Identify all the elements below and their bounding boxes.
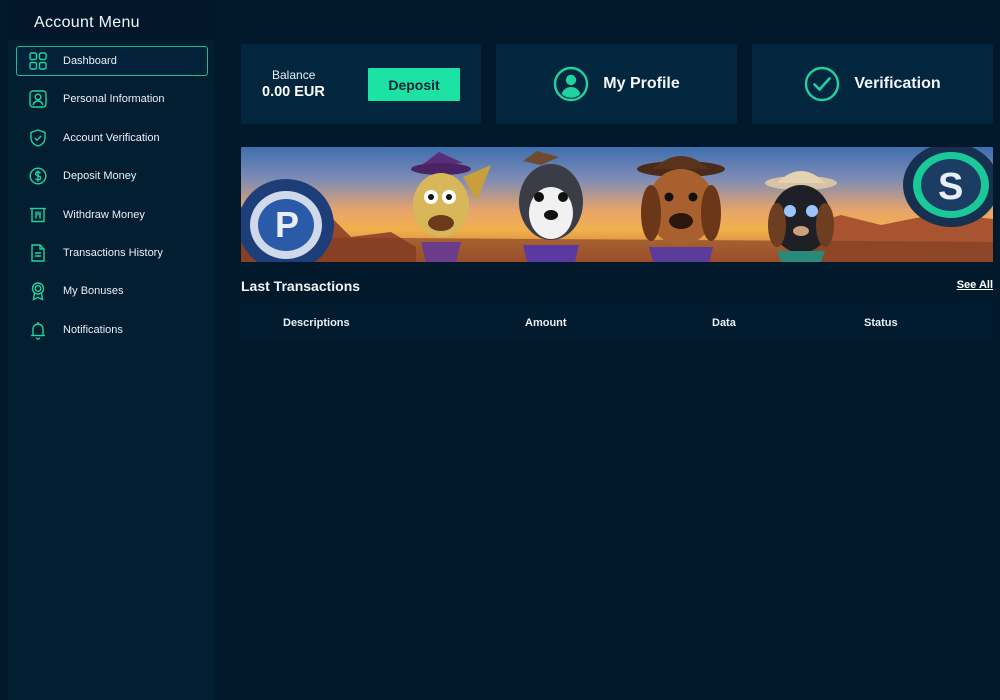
svg-text:S: S (938, 166, 963, 208)
sidebar-item-transactions-history[interactable]: Transactions History (16, 238, 208, 268)
sidebar-item-account-verification[interactable]: Account Verification (16, 123, 208, 153)
main-content: Balance 0.00 EUR Deposit My Profile Veri… (224, 0, 1000, 700)
sidebar-item-label: Notifications (63, 323, 123, 336)
banner-illustration: P S (241, 147, 993, 262)
last-transactions-title: Last Transactions (241, 278, 361, 294)
award-icon (28, 281, 48, 302)
grid-icon (28, 51, 48, 71)
shield-check-icon (28, 128, 48, 148)
sidebar-item-label: My Bonuses (63, 285, 124, 298)
deposit-button[interactable]: Deposit (368, 68, 460, 101)
balance-label: Balance (272, 68, 316, 82)
user-card-icon (28, 89, 48, 109)
transactions-table-header: Descriptions Amount Data Status (241, 305, 993, 340)
column-header-amount[interactable]: Amount (525, 317, 567, 329)
column-header-status[interactable]: Status (864, 317, 898, 329)
dog-character-2 (519, 151, 583, 262)
sidebar-item-notifications[interactable]: Notifications (16, 315, 208, 345)
dollar-coin-icon (28, 166, 48, 186)
column-header-descriptions[interactable]: Descriptions (283, 317, 350, 329)
see-all-link[interactable]: See All (957, 279, 993, 291)
column-header-data[interactable]: Data (712, 317, 736, 329)
sidebar-item-my-bonuses[interactable]: My Bonuses (16, 276, 208, 306)
sidebar-item-label: Account Verification (63, 131, 160, 144)
profile-label: My Profile (603, 75, 680, 92)
sidebar: Account Menu Dashboard Personal Informat… (8, 0, 215, 700)
check-circle-icon (805, 66, 840, 102)
chip-right-icon: S (903, 147, 993, 227)
account-menu: Dashboard Personal Information Account V… (16, 46, 208, 353)
balance-card: Balance 0.00 EUR Deposit (241, 44, 481, 124)
sidebar-item-deposit-money[interactable]: Deposit Money (16, 161, 208, 191)
svg-text:P: P (275, 204, 299, 245)
sidebar-item-label: Withdraw Money (63, 208, 145, 221)
bell-icon (28, 320, 48, 340)
verification-card[interactable]: Verification (752, 44, 993, 124)
promo-banner[interactable]: P S (241, 147, 993, 262)
withdraw-icon (28, 205, 48, 225)
profile-card[interactable]: My Profile (496, 44, 737, 124)
document-icon (28, 243, 48, 263)
sidebar-item-personal-information[interactable]: Personal Information (16, 84, 208, 114)
sidebar-item-label: Deposit Money (63, 170, 137, 183)
verification-label: Verification (854, 75, 941, 92)
sidebar-item-label: Transactions History (63, 246, 163, 259)
balance-value: 0.00 EUR (262, 84, 325, 100)
sidebar-item-label: Personal Information (63, 93, 165, 106)
sidebar-item-withdraw-money[interactable]: Withdraw Money (16, 200, 208, 230)
chip-left-icon: P (241, 179, 334, 262)
sidebar-title: Account Menu (34, 14, 140, 31)
profile-icon (554, 66, 589, 102)
sidebar-item-dashboard[interactable]: Dashboard (16, 46, 208, 76)
sidebar-item-label: Dashboard (63, 55, 117, 67)
